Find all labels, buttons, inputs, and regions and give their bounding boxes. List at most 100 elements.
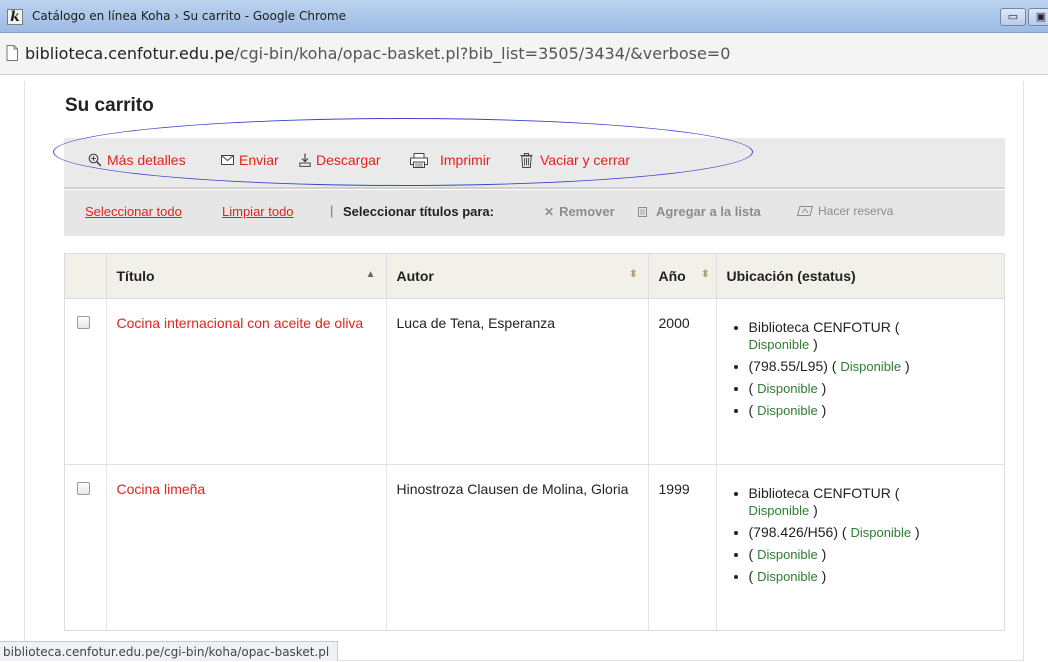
row-checkbox-cell — [65, 464, 107, 630]
status-available: Disponible — [850, 524, 912, 540]
title-link[interactable]: Cocina internacional con aceite de oliva — [117, 315, 364, 331]
url-path: /cgi-bin/koha/opac-basket.pl?bib_list=35… — [234, 44, 731, 63]
sort-asc-icon: ▲ — [365, 269, 376, 280]
header-year-label: Año — [658, 267, 686, 284]
list-item: ( Disponible ) — [749, 380, 995, 397]
x-icon: ✕ — [544, 204, 555, 219]
sort-both-icon: ⬍ — [629, 269, 638, 280]
list-item: (798.426/H56) ( Disponible ) — [749, 524, 995, 541]
header-checkbox — [65, 254, 107, 299]
location-cell: Biblioteca CENFOTUR (Disponible ) (798.5… — [716, 298, 1004, 465]
author-cell: Luca de Tena, Esperanza — [386, 298, 649, 465]
author-cell: Hinostroza Clausen de Molina, Gloria — [386, 464, 649, 630]
status-available: Disponible — [748, 502, 810, 518]
select-all-link[interactable]: Seleccionar todo — [85, 204, 182, 219]
separator: | — [330, 203, 334, 218]
status-available: Disponible — [840, 358, 902, 374]
page-title: Su carrito — [65, 95, 154, 116]
list-item: Biblioteca CENFOTUR (Disponible ) — [749, 319, 995, 353]
koha-app-icon: k — [7, 9, 23, 25]
status-available: Disponible — [757, 568, 818, 584]
year-cell: 2000 — [648, 298, 717, 465]
send-label: Enviar — [239, 152, 279, 168]
location-text: ( — [748, 567, 754, 584]
add-to-list-label: Agregar a la lista — [656, 204, 761, 219]
location-text: ( — [748, 545, 754, 562]
envelope-icon — [221, 155, 234, 165]
maximize-button[interactable]: ▣ — [1028, 8, 1048, 26]
location-cell: Biblioteca CENFOTUR (Disponible ) (798.4… — [716, 464, 1004, 630]
location-text: Biblioteca CENFOTUR ( — [748, 318, 900, 335]
location-list: Biblioteca CENFOTUR (Disponible ) (798.4… — [727, 485, 995, 585]
cart-table-container: Título ▲ Autor ⬍ Año ⬍ Ubicación (estatu… — [64, 253, 1005, 631]
more-details-label: Más detalles — [107, 152, 186, 168]
year-cell: 1999 — [648, 464, 717, 630]
status-close: ) — [813, 501, 818, 518]
place-hold-label: Hacer reserva — [818, 204, 894, 218]
status-bar: biblioteca.cenfotur.edu.pe/cgi-bin/koha/… — [0, 641, 339, 661]
header-author-label: Autor — [396, 267, 434, 284]
location-text: Biblioteca CENFOTUR ( — [748, 484, 900, 501]
add-to-list-button[interactable]: Agregar a la lista — [638, 204, 761, 219]
send-button[interactable]: Enviar — [221, 152, 279, 168]
table-header-row: Título ▲ Autor ⬍ Año ⬍ Ubicación (estatu… — [65, 254, 1004, 299]
minimize-button[interactable]: ▭ — [1000, 8, 1026, 26]
status-close: ) — [821, 379, 827, 396]
page-icon — [6, 45, 18, 61]
select-titles-label: Seleccionar títulos para: — [343, 204, 494, 219]
url-host: biblioteca.cenfotur.edu.pe — [25, 44, 235, 63]
window-titlebar: k Catálogo en línea Koha › Su carrito - … — [0, 0, 1048, 33]
list-item: (798.55/L95) ( Disponible ) — [749, 358, 995, 375]
title-link[interactable]: Cocina limeña — [117, 481, 206, 497]
window-controls: ▭ ▣ — [1000, 8, 1048, 26]
more-details-button[interactable]: Más detalles — [88, 152, 186, 168]
header-year[interactable]: Año ⬍ — [648, 254, 717, 299]
status-available: Disponible — [757, 380, 818, 396]
print-button[interactable]: Imprimir — [410, 152, 491, 168]
clear-all-link[interactable]: Limpiar todo — [222, 204, 294, 219]
printer-icon — [410, 152, 428, 168]
status-available: Disponible — [757, 546, 818, 562]
list-item: ( Disponible ) — [749, 402, 995, 419]
status-close: ) — [813, 335, 818, 352]
location-text: (798.55/L95) ( — [748, 357, 837, 374]
window-title: Catálogo en línea Koha › Su carrito - Go… — [32, 9, 347, 23]
place-hold-button[interactable]: Hacer reserva — [797, 204, 893, 218]
header-author[interactable]: Autor ⬍ — [386, 254, 649, 299]
zoom-in-icon — [88, 153, 102, 167]
table-row: Cocina limeña Hinostroza Clausen de Moli… — [65, 464, 1004, 630]
list-icon — [638, 206, 647, 217]
row-checkbox[interactable] — [77, 481, 90, 495]
url-text[interactable]: biblioteca.cenfotur.edu.pe/cgi-bin/koha/… — [25, 44, 730, 63]
address-bar[interactable]: biblioteca.cenfotur.edu.pe/cgi-bin/koha/… — [0, 33, 1048, 75]
header-title[interactable]: Título ▲ — [106, 254, 387, 299]
status-available: Disponible — [748, 336, 810, 352]
status-close: ) — [821, 545, 827, 562]
status-close: ) — [821, 567, 827, 584]
status-close: ) — [904, 357, 910, 374]
download-label: Descargar — [316, 152, 381, 168]
list-item: Biblioteca CENFOTUR (Disponible ) — [749, 485, 995, 519]
list-item: ( Disponible ) — [749, 568, 995, 585]
print-label: Imprimir — [440, 152, 491, 168]
status-available: Disponible — [757, 402, 818, 418]
header-title-label: Título — [116, 267, 155, 284]
list-item: ( Disponible ) — [749, 546, 995, 563]
selection-bar: Seleccionar todo Limpiar todo | Seleccio… — [64, 190, 1005, 236]
row-checkbox-cell — [65, 298, 107, 465]
header-location-label: Ubicación (estatus) — [726, 267, 856, 284]
hold-icon — [797, 206, 813, 216]
table-row: Cocina internacional con aceite de oliva… — [65, 298, 1004, 465]
title-cell: Cocina limeña — [106, 464, 387, 630]
row-checkbox[interactable] — [77, 315, 90, 329]
title-cell: Cocina internacional con aceite de oliva — [106, 298, 387, 465]
location-text: ( — [748, 379, 754, 396]
download-icon — [299, 153, 311, 167]
empty-and-close-button[interactable]: Vaciar y cerrar — [520, 152, 630, 168]
remove-button[interactable]: ✕ Remover — [544, 204, 615, 219]
trash-icon — [520, 152, 533, 168]
download-button[interactable]: Descargar — [299, 152, 381, 168]
sort-both-icon: ⬍ — [701, 269, 710, 280]
location-text: ( — [748, 401, 754, 418]
status-close: ) — [915, 523, 920, 540]
